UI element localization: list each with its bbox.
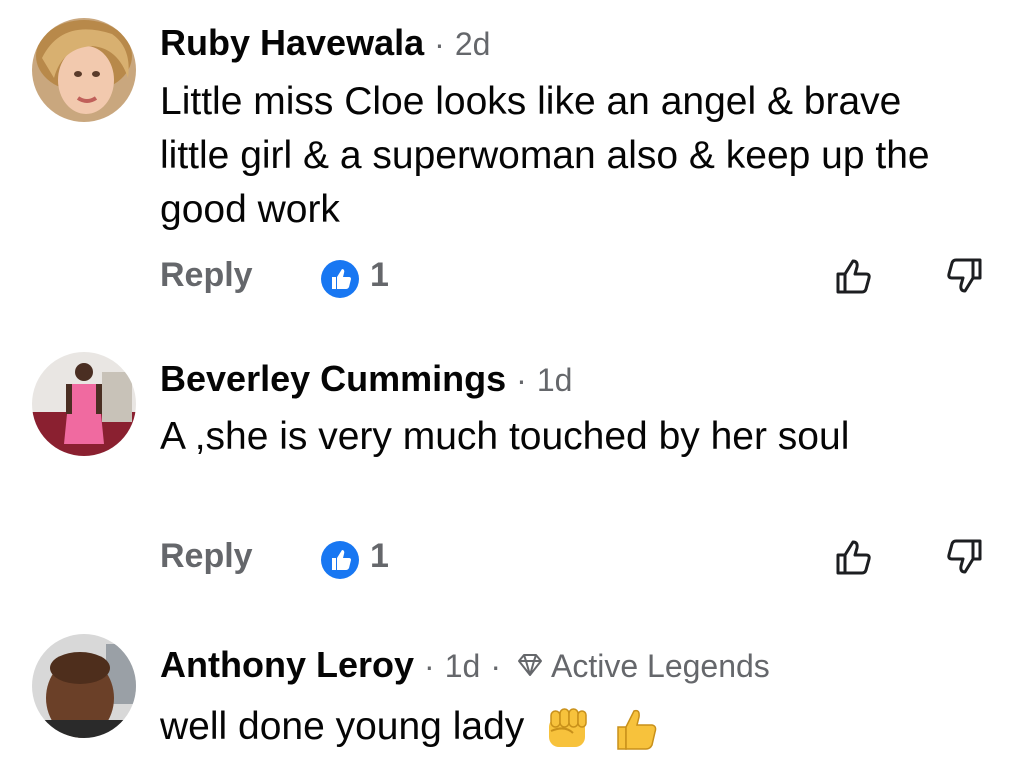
reply-button[interactable]: Reply (160, 256, 253, 295)
author-name[interactable]: Ruby Havewala (160, 22, 424, 63)
profile-photo-icon (32, 352, 136, 456)
comment-time[interactable]: 1d (445, 648, 481, 684)
separator: · (424, 648, 435, 684)
separator: · (490, 648, 501, 684)
thumbs-up-icon[interactable] (832, 254, 876, 298)
comment-text: A ,she is very much touched by her soul (160, 415, 850, 458)
separator: · (516, 362, 527, 398)
diamond-badge-icon (517, 654, 542, 676)
comment-actions: Reply 1 (160, 254, 982, 306)
author-name[interactable]: Anthony Leroy (160, 644, 414, 685)
comment-header: Beverley Cummings · 1d (160, 358, 572, 400)
comment-text-body: well done young lady (160, 705, 525, 748)
like-count[interactable]: 1 (370, 537, 389, 576)
like-reaction-icon[interactable] (320, 540, 360, 580)
avatar[interactable] (32, 352, 136, 456)
comment-text: Little miss Cloe looks like an angel & b… (160, 80, 930, 231)
avatar[interactable] (32, 18, 136, 122)
reply-button[interactable]: Reply (160, 537, 253, 576)
thumbs-down-icon[interactable] (942, 535, 986, 579)
separator: · (434, 26, 445, 62)
comment-header: Ruby Havewala · 2d (160, 22, 490, 64)
badge-label[interactable]: Active Legends (551, 648, 770, 684)
comment-time[interactable]: 1d (537, 362, 573, 398)
profile-photo-icon (32, 634, 136, 738)
comment-time[interactable]: 2d (455, 26, 491, 62)
comment-actions: Reply 1 (160, 535, 982, 587)
like-reaction-icon[interactable] (320, 259, 360, 299)
author-name[interactable]: Beverley Cummings (160, 358, 506, 399)
avatar[interactable] (32, 634, 136, 738)
raised-fist-emoji (549, 707, 587, 747)
thumbs-down-icon[interactable] (942, 254, 986, 298)
profile-photo-icon (32, 18, 136, 122)
like-count[interactable]: 1 (370, 256, 389, 295)
comment-header: Anthony Leroy · 1d · Active Legends (160, 644, 770, 686)
thumbs-up-emoji (617, 709, 657, 750)
thumbs-up-icon[interactable] (832, 535, 876, 579)
comment-text: well done young lady (160, 700, 960, 755)
